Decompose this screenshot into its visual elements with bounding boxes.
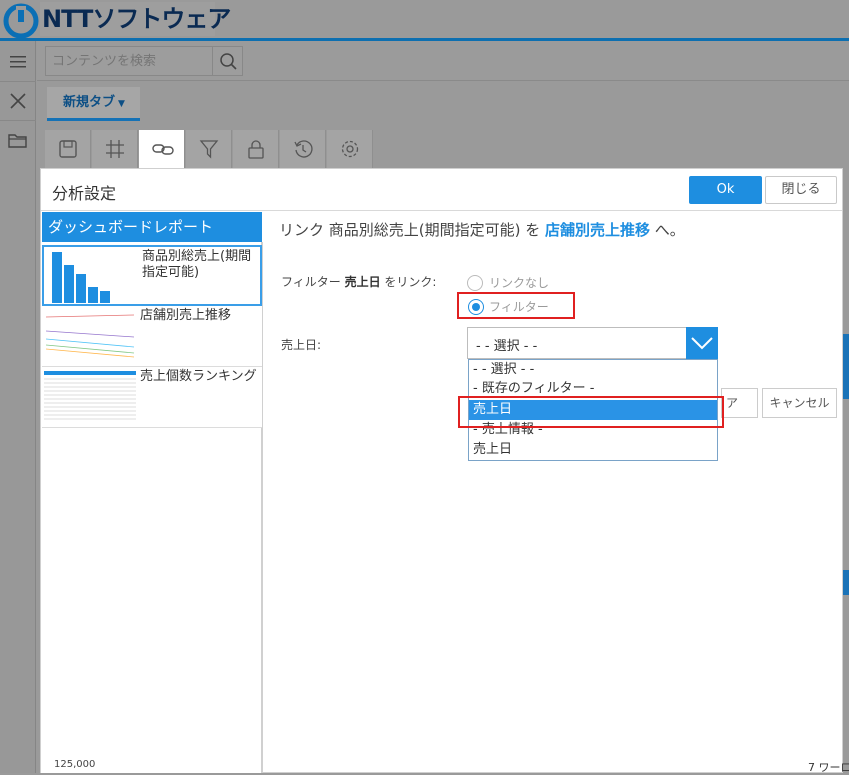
brand-logo-icon [2, 3, 40, 39]
tab-lock[interactable] [233, 130, 279, 168]
chevron-down-icon: ▼ [118, 99, 125, 109]
filter-label-prefix: フィルター [281, 275, 345, 289]
ok-button[interactable]: Ok [689, 176, 762, 204]
panel-divider [41, 210, 842, 211]
report-item-store-sales-trend[interactable]: 店舗別売上推移 [42, 306, 262, 367]
tab-save[interactable] [45, 130, 91, 168]
table-thumbnail [44, 370, 136, 424]
report-label: 店舗別売上推移 [140, 308, 232, 323]
link-icon [152, 144, 174, 155]
background-edge-accent [843, 570, 849, 595]
search-button[interactable] [212, 46, 243, 76]
link-heading: リンク 商品別総売上(期間指定可能) を 店舗別売上推移 へ。 [279, 219, 685, 240]
close-button[interactable]: 閉じる [765, 176, 837, 204]
tab-new[interactable]: 新規タブ ▼ [47, 87, 140, 121]
tab-history[interactable] [280, 130, 326, 168]
save-icon [59, 140, 77, 158]
brand-name: NTTソフトウェア [42, 5, 231, 33]
lock-icon [248, 140, 264, 159]
report-item-sales-ranking[interactable]: 売上個数ランキング [42, 367, 262, 428]
tab-link[interactable] [139, 130, 185, 168]
filter-label-suffix: をリンク: [380, 275, 437, 289]
background-button[interactable]: ア [721, 388, 758, 418]
tab-grid[interactable] [92, 130, 138, 168]
report-list-heading: ダッシュボードレポート [42, 212, 262, 242]
report-label: 商品別総売上(期間指定可能) [142, 249, 252, 280]
highlight-box [457, 292, 575, 319]
filter-icon [199, 140, 219, 159]
history-icon [294, 140, 313, 158]
rail-divider [0, 81, 36, 82]
filter-field-name: 売上日 [344, 275, 381, 289]
dropdown-option[interactable]: - - 選択 - - [469, 360, 717, 380]
dropdown-option[interactable]: 売上日 [469, 440, 717, 460]
radio-no-link-label: リンクなし [489, 276, 550, 290]
gear-icon [341, 140, 359, 158]
radio-no-link[interactable] [467, 275, 483, 291]
search-input[interactable] [45, 46, 213, 76]
highlight-box [458, 396, 724, 428]
background-edge-accent [843, 334, 849, 399]
link-target-report: 店舗別売上推移 [545, 221, 651, 239]
panel-title: 分析設定 [52, 184, 117, 203]
chevron-down-icon [691, 337, 713, 350]
crop-grid-icon [106, 140, 124, 158]
bar-chart-thumbnail [46, 250, 138, 304]
rail-divider [0, 120, 36, 121]
background-edge [843, 168, 849, 773]
tab-bar [37, 82, 849, 124]
tab-label: 新規タブ [63, 95, 116, 110]
menu-icon[interactable] [6, 50, 30, 74]
sales-date-select[interactable]: - - 選択 - - [467, 327, 718, 359]
tab-settings[interactable] [327, 130, 373, 168]
report-label: 売上個数ランキング [140, 369, 257, 384]
line-chart-thumbnail [44, 309, 136, 363]
close-icon[interactable] [6, 89, 30, 113]
link-heading-suffix: へ。 [650, 221, 685, 239]
filter-link-label: フィルター 売上日 をリンク: [281, 273, 436, 290]
tab-filter[interactable] [186, 130, 232, 168]
report-item-sales-by-product[interactable]: 商品別総売上(期間指定可能) [42, 245, 262, 306]
select-toggle[interactable] [686, 327, 718, 359]
background-axis-label: 125,000 [54, 759, 96, 770]
sales-date-label: 売上日: [281, 338, 322, 352]
search-icon [220, 53, 237, 70]
link-heading-prefix: リンク 商品別総売上(期間指定可能) を [279, 221, 546, 239]
cancel-button[interactable]: キャンセル [762, 388, 837, 418]
folder-icon[interactable] [6, 129, 30, 153]
